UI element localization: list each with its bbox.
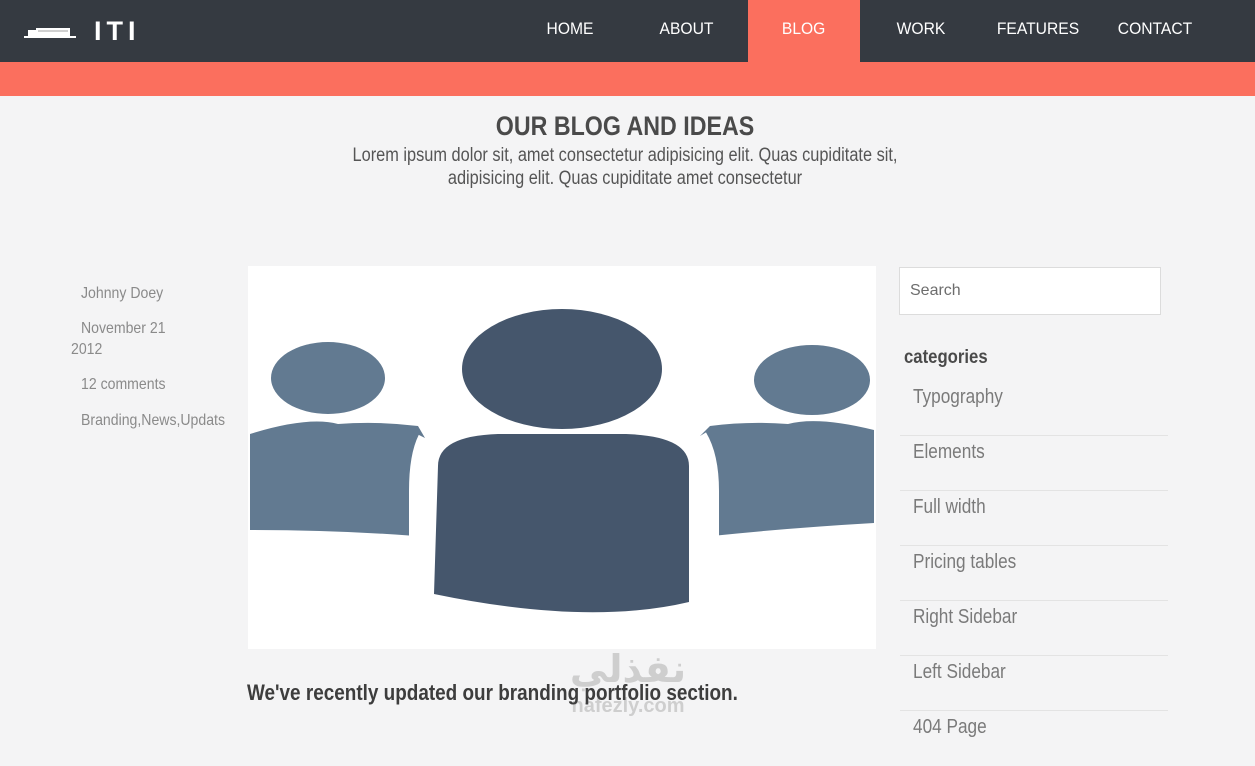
post-tags[interactable]: Branding,News,Updats bbox=[81, 410, 225, 431]
section-subtitle-line: adipisicing elit. Quas cupiditate amet c… bbox=[447, 168, 803, 189]
nav-features[interactable]: FEATURES bbox=[994, 0, 1082, 62]
group-of-people-icon bbox=[250, 309, 874, 613]
category-404-page[interactable]: 404 Page bbox=[900, 711, 1168, 766]
category-label: Right Sidebar bbox=[913, 606, 1018, 628]
category-pricing-tables[interactable]: Pricing tables bbox=[900, 546, 1168, 601]
post-title[interactable]: We've recently updated our branding port… bbox=[247, 678, 738, 708]
section-subtitle: Lorem ipsum dolor sit, amet consectetur … bbox=[0, 144, 1250, 190]
category-label: Typography bbox=[913, 386, 1003, 408]
search-input[interactable] bbox=[900, 268, 1160, 314]
post-date-month-day: November 21 bbox=[81, 320, 166, 337]
categories-heading: categories bbox=[904, 347, 988, 368]
nav-contact[interactable]: CONTACT bbox=[1114, 0, 1197, 62]
accent-strip bbox=[0, 62, 1255, 96]
section-title: OUR BLOG AND IDEAS bbox=[495, 111, 755, 141]
nav-home[interactable]: HOME bbox=[534, 0, 606, 62]
category-label: Elements bbox=[913, 441, 985, 463]
logo-icon[interactable] bbox=[24, 24, 76, 42]
category-typography[interactable]: Typography bbox=[900, 381, 1168, 436]
category-elements[interactable]: Elements bbox=[900, 436, 1168, 491]
brand-name[interactable]: ITI bbox=[94, 16, 141, 46]
category-full-width[interactable]: Full width bbox=[900, 491, 1168, 546]
post-comments[interactable]: 12 comments bbox=[81, 374, 166, 395]
category-left-sidebar[interactable]: Left Sidebar bbox=[900, 656, 1168, 711]
category-label: 404 Page bbox=[913, 716, 987, 738]
section-subtitle-line: Lorem ipsum dolor sit, amet consectetur … bbox=[352, 145, 898, 166]
nav-blog[interactable]: BLOG bbox=[748, 0, 860, 62]
post-author[interactable]: Johnny Doey bbox=[81, 283, 163, 304]
post-image[interactable] bbox=[248, 266, 876, 649]
category-label: Left Sidebar bbox=[913, 661, 1006, 683]
nav-blog-label: BLOG bbox=[782, 19, 826, 38]
nav-about[interactable]: ABOUT bbox=[648, 0, 724, 62]
post-date-year: 2012 bbox=[71, 341, 103, 358]
nav-work[interactable]: WORK bbox=[888, 0, 954, 62]
top-navbar: ITI HOME ABOUT BLOG WORK FEATURES CONTAC… bbox=[0, 0, 1255, 62]
category-label: Full width bbox=[913, 496, 986, 518]
category-label: Pricing tables bbox=[913, 551, 1017, 573]
search-box bbox=[899, 267, 1161, 315]
category-right-sidebar[interactable]: Right Sidebar bbox=[900, 601, 1168, 656]
